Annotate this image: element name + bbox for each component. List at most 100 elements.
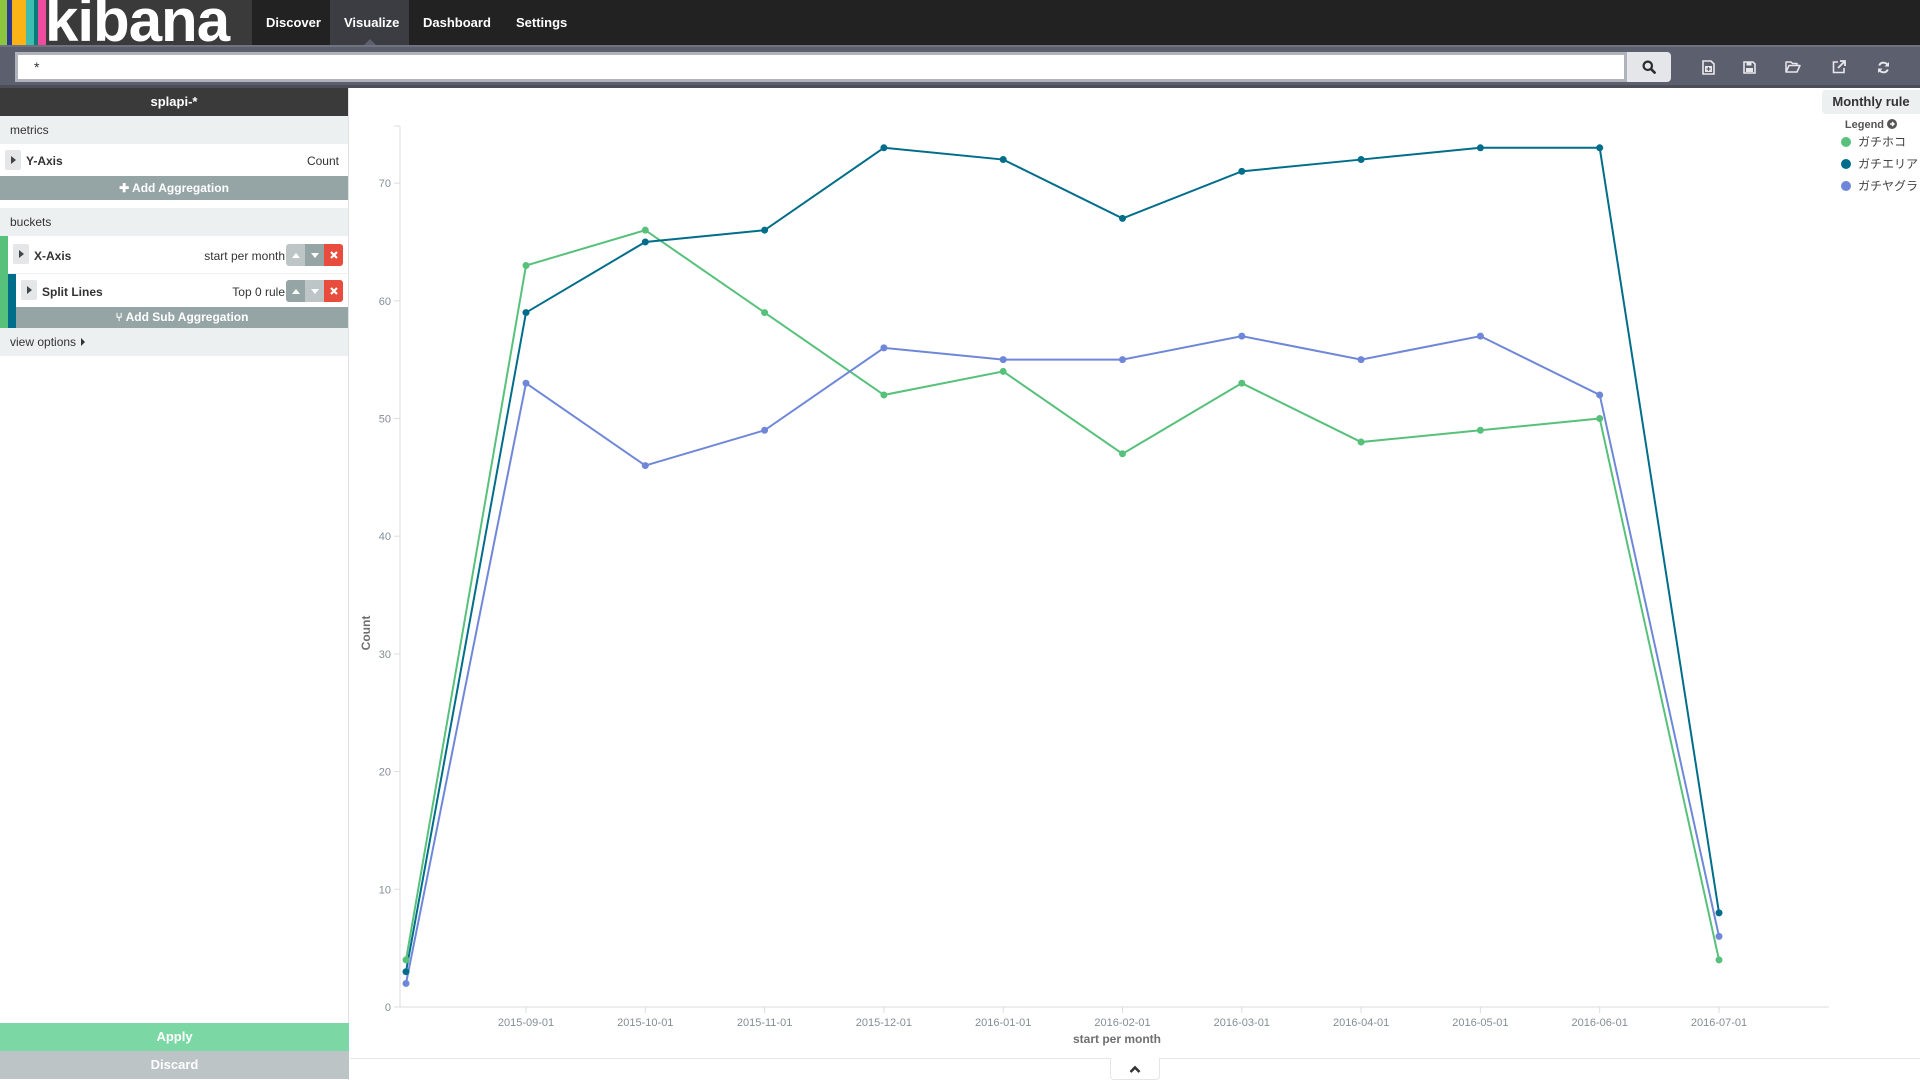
series-line bbox=[405, 335, 1720, 984]
y-axis-label: Count bbox=[359, 616, 373, 651]
caret-down-icon bbox=[310, 252, 319, 258]
data-point bbox=[1476, 332, 1484, 340]
move-up-button[interactable] bbox=[286, 244, 305, 266]
refresh-icon bbox=[1877, 61, 1889, 73]
remove-button[interactable] bbox=[324, 244, 343, 266]
refresh-button[interactable] bbox=[1868, 52, 1898, 82]
data-point bbox=[1596, 144, 1604, 152]
legend-toggle-label: Legend bbox=[1844, 119, 1885, 131]
tab-visualize[interactable]: Visualize bbox=[330, 0, 409, 45]
save-button[interactable] bbox=[1734, 52, 1764, 82]
remove-button[interactable] bbox=[324, 280, 343, 302]
sub-bucket-group: Split Lines Top 0 rule ⑂ Add Sub Aggrega… bbox=[8, 274, 348, 328]
data-point bbox=[522, 309, 530, 317]
move-up-button[interactable] bbox=[286, 280, 305, 302]
data-point bbox=[1238, 379, 1246, 387]
data-point bbox=[1357, 438, 1365, 446]
logo-stripe bbox=[0, 0, 7, 45]
open-icon bbox=[1785, 61, 1801, 73]
data-point bbox=[761, 226, 769, 234]
data-point bbox=[1715, 932, 1723, 940]
x-tick-label: 2015-12-01 bbox=[856, 1017, 912, 1029]
share-icon bbox=[1832, 60, 1846, 74]
expand-toggle-icon[interactable] bbox=[13, 244, 29, 264]
search-icon bbox=[1642, 60, 1656, 74]
view-options-label: view options bbox=[10, 335, 77, 349]
y-tick-label: 60 bbox=[379, 296, 391, 308]
collapse-spy-button[interactable] bbox=[1110, 1058, 1160, 1080]
chart-area: 0 10 20 30 40 50 60 70 2015-09-01 2015-10-01 2015-… bbox=[350, 88, 1920, 1058]
y-tick-label: 40 bbox=[379, 531, 391, 543]
data-point bbox=[402, 956, 410, 964]
share-button[interactable] bbox=[1824, 52, 1854, 82]
x-tick-label: 2016-01-01 bbox=[975, 1017, 1031, 1029]
logo-text: kibana bbox=[45, 0, 230, 45]
buckets-section-label: buckets bbox=[0, 208, 348, 236]
tab-settings[interactable]: Settings bbox=[502, 0, 581, 45]
new-visualization-button[interactable] bbox=[1693, 52, 1723, 82]
legend-color-dot-icon bbox=[1841, 181, 1851, 191]
legend-item[interactable]: ガチエリア bbox=[1822, 153, 1920, 175]
query-input[interactable] bbox=[15, 52, 1627, 82]
agg-description: Count bbox=[306, 154, 339, 168]
data-point bbox=[402, 968, 410, 976]
top-nav: kibana Discover Visualize Dashboard Sett… bbox=[0, 0, 1920, 45]
expand-toggle-icon[interactable] bbox=[5, 150, 21, 170]
y-tick-label: 10 bbox=[379, 884, 391, 896]
tab-discover[interactable]: Discover bbox=[252, 0, 330, 45]
data-point bbox=[641, 238, 649, 246]
agg-description: start per month bbox=[204, 249, 285, 263]
x-tick-label: 2016-06-01 bbox=[1572, 1017, 1628, 1029]
logo-stripe bbox=[12, 0, 26, 45]
data-point bbox=[1119, 356, 1126, 364]
move-down-button[interactable] bbox=[305, 280, 324, 302]
bucket-group: X-Axis start per month Split Lines Top 0… bbox=[0, 236, 348, 328]
data-point bbox=[1119, 450, 1126, 458]
data-point bbox=[880, 391, 888, 399]
index-pattern-title: splapi-* bbox=[0, 88, 348, 116]
data-point bbox=[522, 261, 530, 269]
legend-item[interactable]: ガチホコ bbox=[1822, 131, 1920, 153]
series-line bbox=[405, 146, 1720, 972]
expand-toggle-icon[interactable] bbox=[21, 280, 37, 300]
add-sub-aggregation-button[interactable]: ⑂ Add Sub Aggregation bbox=[16, 307, 348, 328]
search-button[interactable] bbox=[1627, 52, 1671, 82]
plus-icon: ✚ bbox=[119, 181, 130, 195]
data-point bbox=[1119, 214, 1126, 222]
view-options-toggle[interactable]: view options bbox=[0, 328, 348, 356]
apply-button[interactable]: Apply bbox=[0, 1023, 349, 1051]
data-point bbox=[1715, 909, 1723, 917]
data-point bbox=[1238, 332, 1246, 340]
bucket-x-axis[interactable]: X-Axis start per month bbox=[8, 236, 348, 274]
open-button[interactable] bbox=[1778, 52, 1808, 82]
move-down-button[interactable] bbox=[305, 244, 324, 266]
close-icon bbox=[329, 251, 338, 259]
add-sub-aggregation-label: Add Sub Aggregation bbox=[125, 310, 249, 324]
sidebar: splapi-* metrics Y-Axis Count ✚ Add Aggr… bbox=[0, 88, 349, 1080]
data-point bbox=[1596, 415, 1604, 422]
data-point bbox=[1476, 426, 1484, 434]
x-tick-label: 2015-11-01 bbox=[737, 1017, 792, 1029]
caret-down-icon bbox=[310, 288, 319, 294]
new-visualization-icon bbox=[1701, 59, 1715, 75]
kibana-logo[interactable]: kibana bbox=[0, 0, 252, 45]
caret-up-icon bbox=[291, 288, 300, 294]
metric-y-axis[interactable]: Y-Axis Count bbox=[0, 144, 348, 176]
chevron-up-icon bbox=[1129, 1065, 1141, 1073]
save-icon bbox=[1742, 60, 1756, 74]
legend-toggle[interactable]: Legend bbox=[1822, 119, 1920, 131]
y-tick-label: 50 bbox=[379, 414, 391, 426]
data-point bbox=[761, 426, 769, 434]
x-tick-label: 2016-03-01 bbox=[1214, 1017, 1270, 1029]
x-axis-label: start per month bbox=[1073, 1032, 1161, 1046]
legend-item[interactable]: ガチヤグラ bbox=[1822, 175, 1920, 197]
discard-button[interactable]: Discard bbox=[0, 1051, 349, 1079]
y-tick-label: 20 bbox=[379, 767, 391, 779]
agg-title: Y-Axis bbox=[26, 154, 63, 168]
y-tick-label: 30 bbox=[379, 649, 391, 661]
add-aggregation-button[interactable]: ✚ Add Aggregation bbox=[0, 176, 348, 200]
x-tick-label: 2016-07-01 bbox=[1691, 1017, 1747, 1029]
legend-color-dot-icon bbox=[1841, 137, 1851, 147]
tab-dashboard[interactable]: Dashboard bbox=[409, 0, 505, 45]
bucket-split-lines[interactable]: Split Lines Top 0 rule bbox=[16, 274, 348, 307]
